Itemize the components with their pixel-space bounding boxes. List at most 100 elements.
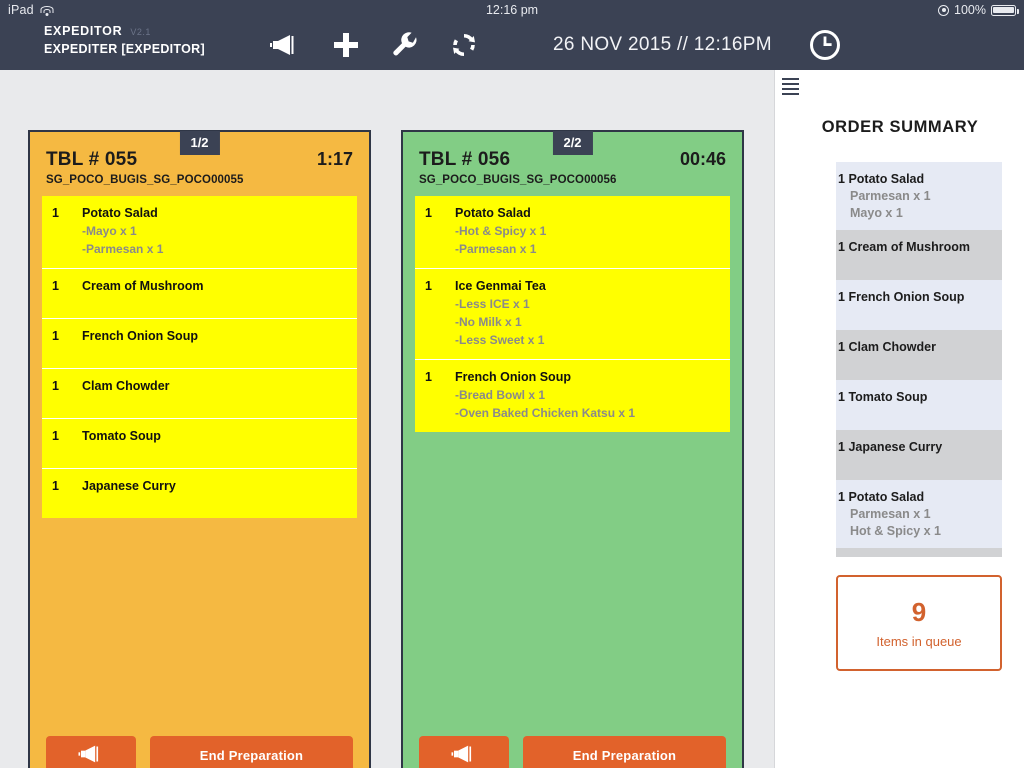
order-card-title-row: TBL # 055 1:17 [46, 149, 353, 171]
item-quantity: 1 [52, 479, 59, 493]
status-bar-clock: 12:16 pm [485, 3, 539, 17]
summary-modifier: Parmesan x 1 [850, 189, 931, 203]
order-items-list: 1 Potato Salad -Hot & Spicy x 1 -Parmesan x… [415, 196, 730, 432]
location-services-icon [938, 4, 950, 16]
item-quantity: 1 [425, 279, 432, 293]
order-item-row[interactable]: 1 Japanese Curry [42, 468, 357, 518]
summary-item-line: 1 French Onion Soup [838, 290, 1002, 304]
order-card-title-row: TBL # 056 00:46 [419, 149, 726, 171]
summary-row[interactable]: 1 Cream of Mushroom [836, 230, 1002, 280]
summary-row[interactable]: 1 French Onion Soup [836, 280, 1002, 330]
summary-quantity: 1 [838, 172, 845, 186]
station-label: EXPEDITER [EXPEDITOR] [44, 42, 205, 56]
order-item-row[interactable]: 1 Ice Genmai Tea -Less ICE x 1 -No Milk x 1… [415, 268, 730, 359]
item-name: Clam Chowder [82, 379, 170, 393]
summary-item-line: 1 Potato Salad [838, 490, 1002, 504]
wrench-icon[interactable] [392, 32, 418, 58]
hamburger-menu-icon[interactable] [782, 78, 799, 98]
item-body: Ice Genmai Tea -Less ICE x 1 -No Milk x 1 -… [455, 279, 718, 347]
item-quantity: 1 [425, 206, 432, 220]
summary-row[interactable]: 1 Japanese Curry [836, 430, 1002, 480]
battery-percent-label: 100% [954, 3, 986, 17]
summary-item-line: 1 Clam Chowder [838, 340, 1002, 354]
summary-quantity: 1 [838, 490, 845, 504]
app-version-label: V2.1 [130, 27, 151, 37]
order-card[interactable]: 1/2 TBL # 055 1:17 SG_POCO_BUGIS_SG_POCO000… [28, 130, 371, 768]
item-modifier: -Bread Bowl x 1 [455, 388, 546, 402]
megaphone-icon [78, 744, 104, 767]
table-number: TBL # 055 [46, 149, 138, 170]
header-toolbar [270, 20, 477, 70]
order-item-row[interactable]: 1 Potato Salad -Hot & Spicy x 1 -Parmesan x… [415, 196, 730, 268]
status-bar-right: 100% [938, 3, 1024, 17]
summary-item-line: 1 Japanese Curry [838, 440, 1002, 454]
order-item-row[interactable]: 1 French Onion Soup [42, 318, 357, 368]
order-card-footer: End Preparation [403, 736, 742, 768]
summary-item-name: Tomato Soup [848, 390, 928, 404]
item-name: Japanese Curry [82, 479, 176, 493]
item-name: French Onion Soup [82, 329, 198, 343]
app-name-label: EXPEDITOR [44, 24, 123, 38]
summary-row[interactable]: 1 Tomato Soup [836, 380, 1002, 430]
summary-item-name: Clam Chowder [848, 340, 936, 354]
battery-full-icon [991, 4, 1019, 16]
item-body: Potato Salad -Hot & Spicy x 1 -Parmesan x … [455, 206, 718, 256]
megaphone-icon[interactable] [270, 33, 300, 57]
items-in-queue-box: 9 Items in queue [836, 575, 1002, 671]
recall-megaphone-button[interactable] [46, 736, 136, 768]
megaphone-icon [451, 744, 477, 767]
summary-item-line: 1 Tomato Soup [838, 390, 1002, 404]
brand-block: EXPEDITOR V2.1 EXPEDITER [EXPEDITOR] [44, 24, 205, 56]
sidebar-title: ORDER SUMMARY [821, 118, 979, 136]
summary-quantity: 1 [838, 290, 845, 304]
end-preparation-button[interactable]: End Preparation [150, 736, 353, 768]
item-name: Tomato Soup [82, 429, 161, 443]
item-quantity: 1 [52, 206, 59, 220]
recall-megaphone-button[interactable] [419, 736, 509, 768]
summary-modifier: Hot & Spicy x 1 [850, 524, 941, 538]
item-body: French Onion Soup -Bread Bowl x 1 -Oven Ba… [455, 370, 718, 420]
item-name: Potato Salad [82, 206, 158, 220]
summary-list[interactable]: 1 Potato Salad Parmesan x 1 Mayo x 1 1 Crea… [836, 162, 1002, 557]
order-item-row[interactable]: 1 Cream of Mushroom [42, 268, 357, 318]
summary-item-name: Japanese Curry [848, 440, 943, 454]
summary-item-line: 1 Potato Salad [838, 172, 1002, 186]
order-items-wrap: 1 Potato Salad -Mayo x 1 -Parmesan x 1 1 Crea… [42, 196, 357, 518]
clock-icon[interactable] [810, 20, 840, 70]
order-reference: SG_POCO_BUGIS_SG_POCO00055 [46, 174, 244, 186]
item-modifier: -Parmesan x 1 [82, 242, 164, 256]
item-name: Cream of Mushroom [82, 279, 204, 293]
order-card-header: TBL # 055 1:17 SG_POCO_BUGIS_SG_POCO00055 [30, 132, 369, 196]
summary-quantity: 1 [838, 240, 845, 254]
queue-label: Items in queue [876, 634, 962, 649]
summary-row[interactable]: 1 Potato Salad Parmesan x 1 Mayo x 1 [836, 162, 1002, 230]
summary-row[interactable]: 1 Clam Chowder [836, 330, 1002, 380]
summary-modifier: Parmesan x 1 [850, 507, 931, 521]
end-preparation-button[interactable]: End Preparation [523, 736, 726, 768]
item-body: Potato Salad -Mayo x 1 -Parmesan x 1 [82, 206, 345, 256]
summary-row[interactable]: 1 Potato Salad Parmesan x 1 Hot & Spicy x … [836, 480, 1002, 548]
item-body: Tomato Soup [82, 429, 345, 456]
item-body: Cream of Mushroom [82, 279, 345, 306]
summary-quantity: 1 [838, 390, 845, 404]
queue-count: 9 [911, 597, 927, 627]
item-quantity: 1 [52, 379, 59, 393]
app-header: EXPEDITOR V2.1 EXPEDITER [EXPEDITOR] 26 … [0, 20, 1024, 70]
item-modifier: -Oven Baked Chicken Katsu x 1 [455, 406, 636, 420]
plus-icon[interactable] [333, 32, 359, 58]
order-item-row[interactable]: 1 Clam Chowder [42, 368, 357, 418]
item-modifier: -Less ICE x 1 [455, 297, 530, 311]
item-quantity: 1 [52, 329, 59, 343]
status-bar-left: iPad [0, 3, 54, 17]
order-item-row[interactable]: 1 Tomato Soup [42, 418, 357, 468]
order-item-row[interactable]: 1 French Onion Soup -Bread Bowl x 1 -Oven B… [415, 359, 730, 432]
order-items-list: 1 Potato Salad -Mayo x 1 -Parmesan x 1 1 Crea… [42, 196, 357, 518]
refresh-icon[interactable] [451, 32, 477, 58]
order-card[interactable]: 2/2 TBL # 056 00:46 SG_POCO_BUGIS_SG_POCO00… [401, 130, 744, 768]
order-card-footer: End Preparation [30, 736, 369, 768]
order-item-row[interactable]: 1 Potato Salad -Mayo x 1 -Parmesan x 1 [42, 196, 357, 268]
item-body: Japanese Curry [82, 479, 345, 506]
item-name: Potato Salad [455, 206, 531, 220]
order-timer: 1:17 [316, 149, 353, 169]
summary-row[interactable]: 1 Ice Genmai Tea [836, 548, 1002, 557]
